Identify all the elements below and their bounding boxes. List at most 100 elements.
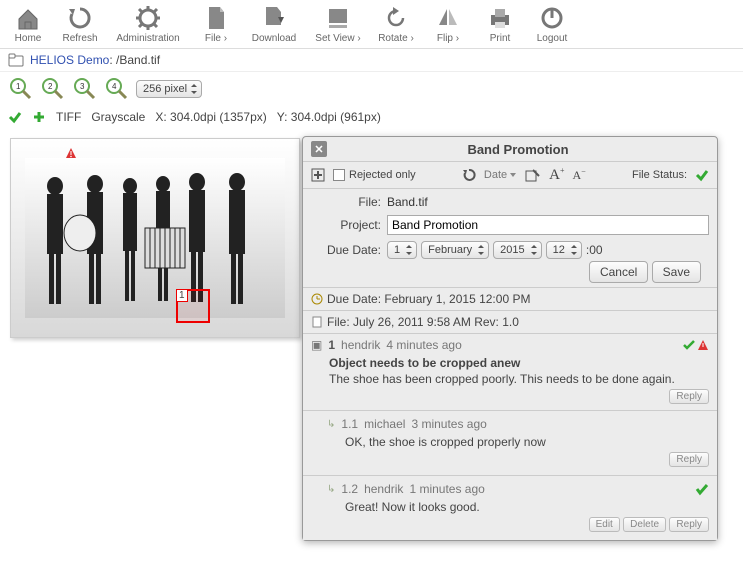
flip-label: Flip › xyxy=(437,33,459,44)
logout-button[interactable]: Logout xyxy=(528,2,576,46)
panel-form: File: Band.tif Project: Due Date: 1 Febru… xyxy=(303,189,717,287)
c1-time: 4 minutes ago xyxy=(386,338,461,352)
marker-warning-icon xyxy=(65,147,325,307)
rotate-icon xyxy=(382,4,410,32)
cancel-button[interactable]: Cancel xyxy=(589,261,648,283)
download-button[interactable]: Download xyxy=(244,2,304,46)
flip-menu[interactable]: Flip › xyxy=(424,2,472,46)
c11-num: 1.1 xyxy=(341,417,358,431)
c12-check-icon xyxy=(695,482,709,496)
duedate-row: Due Date: February 1, 2015 12:00 PM xyxy=(303,287,717,310)
path-bar: HELIOS Demo: /Band.tif xyxy=(0,49,743,72)
c1-num: 1 xyxy=(328,338,335,352)
collapse-icon[interactable]: ▣ xyxy=(311,338,322,352)
folder-icon xyxy=(8,53,24,67)
path-root-link[interactable]: HELIOS Demo xyxy=(30,53,109,67)
content-area: 1 ✕ Band Promotion Rejected only Date A+… xyxy=(0,128,743,348)
project-label: Project: xyxy=(311,218,381,232)
format-label: TIFF xyxy=(56,110,81,124)
setview-menu[interactable]: Set View › xyxy=(308,2,368,46)
c12-reply-button[interactable]: Reply xyxy=(669,517,709,532)
download-label: Download xyxy=(252,33,296,44)
filestatus-label: File Status: xyxy=(632,169,687,181)
due-hour-select[interactable]: 12 xyxy=(546,241,582,259)
font-increase-button[interactable]: A+ xyxy=(549,166,564,184)
clock-icon xyxy=(311,293,323,305)
c1-body: The shoe has been cropped poorly. This n… xyxy=(329,372,709,386)
print-icon xyxy=(486,4,514,32)
zoom-1-button[interactable]: 1 xyxy=(8,76,34,102)
file-value: Band.tif xyxy=(387,195,428,209)
svg-text:3: 3 xyxy=(80,82,85,91)
refresh-button[interactable]: Refresh xyxy=(56,2,104,46)
c12-time: 1 minutes ago xyxy=(409,482,484,496)
c11-body: OK, the shoe is cropped properly now xyxy=(345,435,709,449)
panel-toolbar: Rejected only Date A+ A− File Status: xyxy=(303,162,717,189)
c1-reply-button[interactable]: Reply xyxy=(669,389,709,404)
save-button[interactable]: Save xyxy=(652,261,701,283)
comment-1: ▣ 1 hendrik 4 minutes ago Object needs t… xyxy=(303,333,717,410)
svg-text:2: 2 xyxy=(48,82,53,91)
panel-header: ✕ Band Promotion xyxy=(303,137,717,162)
rotate-menu[interactable]: Rotate › xyxy=(372,2,420,46)
rejected-checkbox[interactable] xyxy=(333,169,345,181)
y-info: Y: 304.0dpi (961px) xyxy=(277,110,381,124)
zoom-2-button[interactable]: 2 xyxy=(40,76,66,102)
close-button[interactable]: ✕ xyxy=(311,141,327,157)
c1-check-icon xyxy=(683,339,695,351)
image-preview[interactable]: 1 xyxy=(10,138,300,338)
sort-date-button[interactable]: Date xyxy=(484,169,517,181)
home-label: Home xyxy=(15,33,42,44)
page-icon xyxy=(311,316,323,328)
due-year-select[interactable]: 2015 xyxy=(493,241,541,259)
gear-icon xyxy=(134,4,162,32)
rotate-label: Rotate › xyxy=(378,33,414,44)
due-day-select[interactable]: 1 xyxy=(387,241,417,259)
setview-label: Set View › xyxy=(315,33,360,44)
file-icon xyxy=(202,4,230,32)
add-annotation-button[interactable] xyxy=(311,168,325,182)
project-panel: ✕ Band Promotion Rejected only Date A+ A… xyxy=(302,136,718,541)
zoom-bar: 1 2 3 4 256 pixel xyxy=(0,72,743,106)
c12-delete-button[interactable]: Delete xyxy=(623,517,666,532)
flip-icon xyxy=(434,4,462,32)
duedate-text: Due Date: February 1, 2015 12:00 PM xyxy=(327,292,530,306)
file-label: File: xyxy=(311,195,381,209)
setview-icon xyxy=(324,4,352,32)
zoom-4-button[interactable]: 4 xyxy=(104,76,130,102)
reply-arrow-icon: ↳ xyxy=(327,484,335,495)
x-info: X: 304.0dpi (1357px) xyxy=(155,110,266,124)
c11-reply-button[interactable]: Reply xyxy=(669,452,709,467)
info-bar: TIFF Grayscale X: 304.0dpi (1357px) Y: 3… xyxy=(0,106,743,128)
svg-text:4: 4 xyxy=(112,82,117,91)
admin-button[interactable]: Administration xyxy=(108,2,188,46)
c11-user: michael xyxy=(364,417,405,431)
duedate-label: Due Date: xyxy=(311,243,381,257)
c12-num: 1.2 xyxy=(341,482,358,496)
reply-arrow-icon: ↳ xyxy=(327,419,335,430)
comment-1-1: ↳ 1.1 michael 3 minutes ago OK, the shoe… xyxy=(303,410,717,475)
filestatus-check-icon xyxy=(695,168,709,182)
zoom-size-select[interactable]: 256 pixel xyxy=(136,80,202,98)
due-month-select[interactable]: February xyxy=(421,241,489,259)
print-button[interactable]: Print xyxy=(476,2,524,46)
c1-user: hendrik xyxy=(341,338,380,352)
font-decrease-button[interactable]: A− xyxy=(573,167,586,183)
colorspace-label: Grayscale xyxy=(91,110,145,124)
refresh-comments-button[interactable] xyxy=(462,168,476,182)
path-file: /Band.tif xyxy=(116,53,160,67)
c12-body: Great! Now it looks good. xyxy=(345,500,709,514)
home-button[interactable]: Home xyxy=(4,2,52,46)
edit-tool-button[interactable] xyxy=(525,168,541,182)
file-menu[interactable]: File › xyxy=(192,2,240,46)
add-icon[interactable] xyxy=(32,110,46,124)
c11-time: 3 minutes ago xyxy=(411,417,486,431)
filedate-text: File: July 26, 2011 9:58 AM Rev: 1.0 xyxy=(327,315,519,329)
c1-warning-icon xyxy=(697,339,709,351)
zoom-3-button[interactable]: 3 xyxy=(72,76,98,102)
project-input[interactable] xyxy=(387,215,709,235)
download-icon xyxy=(260,4,288,32)
check-icon xyxy=(8,110,22,124)
c12-edit-button[interactable]: Edit xyxy=(589,517,620,532)
svg-text:1: 1 xyxy=(16,82,21,91)
